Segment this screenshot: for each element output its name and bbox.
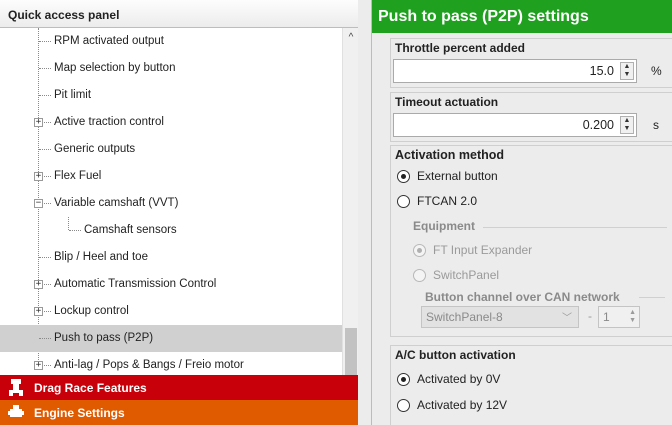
quick-access-title: Quick access panel — [0, 0, 358, 28]
radio-switchpanel[interactable]: SwitchPanel — [413, 266, 613, 284]
spin-up-down-icon[interactable]: ▲ ▼ — [629, 309, 636, 325]
engine-icon — [8, 403, 24, 422]
equipment-divider — [483, 227, 667, 228]
radio-label: Activated by 0V — [417, 372, 501, 386]
tree-item-generic-outputs[interactable]: Generic outputs — [0, 136, 342, 163]
scroll-up-arrow-icon[interactable]: ^ — [343, 32, 359, 44]
expand-icon[interactable]: + — [34, 280, 43, 289]
activation-method-label: Activation method — [395, 148, 505, 162]
p2p-settings-panel: Push to pass (P2P) settings Throttle per… — [371, 0, 672, 425]
tree-item-label: Flex Fuel — [54, 170, 102, 182]
tree-item-flex-fuel[interactable]: + Flex Fuel — [0, 163, 342, 190]
radio-label: External button — [417, 169, 498, 183]
expand-icon[interactable]: + — [34, 307, 43, 316]
category-drag-race-features[interactable]: Drag Race Features — [0, 375, 358, 400]
radio-label: Activated by 12V — [417, 398, 508, 412]
tree-item-anti-lag[interactable]: + Anti-lag / Pops & Bangs / Freio motor — [0, 352, 342, 375]
category-engine-settings[interactable]: Engine Settings — [0, 400, 358, 425]
throttle-percent-value: 15.0 — [589, 64, 614, 78]
tree-item-label: Camshaft sensors — [84, 224, 177, 236]
collapse-icon[interactable]: − — [34, 199, 43, 208]
radio-checked-icon[interactable] — [413, 244, 426, 257]
tree-item-camshaft-sensors[interactable]: Camshaft sensors — [0, 217, 342, 244]
button-channel-value: SwitchPanel-8 — [426, 310, 503, 324]
tree-scrollbar[interactable]: ^ — [342, 28, 358, 375]
radio-activated-by-0v[interactable]: Activated by 0V — [397, 370, 597, 388]
tree-item-blip-heel-and-toe[interactable]: Blip / Heel and toe — [0, 244, 342, 271]
radio-label: FTCAN 2.0 — [417, 194, 478, 208]
timeout-actuation-input[interactable]: 0.200 ▲ ▼ — [393, 113, 637, 137]
radio-unchecked-icon[interactable] — [413, 269, 426, 282]
timeout-actuation-value: 0.200 — [582, 118, 614, 132]
category-label: Engine Settings — [34, 406, 125, 420]
tree-item-label: Map selection by button — [54, 62, 176, 74]
tree-item-active-traction-control[interactable]: + Active traction control — [0, 109, 342, 136]
ac-button-activation-group: A/C button activation Activated by 0V Ac… — [390, 345, 672, 425]
tree-item-label: Active traction control — [54, 116, 164, 128]
tree-item-label: Variable camshaft (VVT) — [54, 197, 179, 209]
radio-unchecked-icon[interactable] — [397, 195, 410, 208]
spin-up-down-icon[interactable]: ▲ ▼ — [620, 116, 634, 134]
expand-icon[interactable]: + — [34, 361, 43, 370]
scroll-thumb[interactable] — [345, 328, 357, 375]
throttle-percent-label: Throttle percent added — [395, 41, 526, 55]
tree-item-automatic-transmission-control[interactable]: + Automatic Transmission Control — [0, 271, 342, 298]
throttle-percent-group: Throttle percent added 15.0 ▲ ▼ % — [390, 38, 672, 88]
tree-item-rpm-activated-output[interactable]: RPM activated output — [0, 28, 342, 55]
throttle-percent-unit: % — [651, 64, 662, 78]
activation-method-group: Activation method External button FTCAN … — [390, 145, 672, 337]
chevron-down-icon[interactable]: ﹀ — [562, 309, 572, 324]
tree-item-label: Pit limit — [54, 89, 92, 101]
ac-button-activation-label: A/C button activation — [395, 348, 516, 362]
radio-ftcan[interactable]: FTCAN 2.0 — [397, 192, 597, 210]
radio-external-button[interactable]: External button — [397, 167, 597, 185]
expand-icon[interactable]: + — [34, 172, 43, 181]
button-channel-select[interactable]: SwitchPanel-8 ﹀ — [421, 306, 579, 328]
tree-item-label: Automatic Transmission Control — [54, 278, 217, 290]
tree-item-label: RPM activated output — [54, 35, 164, 47]
radio-ft-input-expander[interactable]: FT Input Expander — [413, 241, 613, 259]
tree-item-push-to-pass[interactable]: Push to pass (P2P) — [0, 325, 342, 352]
tree-item-lockup-control[interactable]: + Lockup control — [0, 298, 342, 325]
tree-item-label: Anti-lag / Pops & Bangs / Freio motor — [54, 359, 244, 371]
tree-item-label: Blip / Heel and toe — [54, 251, 148, 263]
tree-item-label: Push to pass (P2P) — [54, 332, 154, 344]
dragster-icon — [8, 378, 24, 397]
p2p-settings-title: Push to pass (P2P) settings — [372, 0, 672, 33]
radio-checked-icon[interactable] — [397, 170, 410, 183]
expand-icon[interactable]: + — [34, 118, 43, 127]
tree-item-label: Generic outputs — [54, 143, 136, 155]
category-label: Drag Race Features — [34, 381, 147, 395]
spin-up-down-icon[interactable]: ▲ ▼ — [620, 62, 634, 80]
timeout-actuation-unit: s — [653, 118, 659, 132]
tree-item-label: Lockup control — [54, 305, 129, 317]
button-channel-index: 1 — [603, 310, 610, 324]
equipment-label: Equipment — [413, 219, 475, 233]
radio-activated-by-12v[interactable]: Activated by 12V — [397, 396, 597, 414]
quick-access-panel: Quick access panel RPM activated output … — [0, 0, 358, 425]
radio-label: SwitchPanel — [433, 268, 500, 282]
tree-item-map-selection-by-button[interactable]: Map selection by button — [0, 55, 342, 82]
splitter[interactable] — [358, 0, 371, 425]
tree-item-pit-limit[interactable]: Pit limit — [0, 82, 342, 109]
radio-unchecked-icon[interactable] — [397, 399, 410, 412]
radio-label: FT Input Expander — [433, 243, 533, 257]
button-channel-index-input[interactable]: 1 ▲ ▼ — [598, 306, 640, 328]
radio-checked-icon[interactable] — [397, 373, 410, 386]
button-channel-divider — [639, 297, 665, 298]
throttle-percent-input[interactable]: 15.0 ▲ ▼ — [393, 59, 637, 83]
quick-access-tree: RPM activated output Map selection by bu… — [0, 28, 342, 375]
button-channel-label: Button channel over CAN network — [425, 290, 620, 304]
timeout-actuation-label: Timeout actuation — [395, 95, 499, 109]
tree-item-variable-camshaft[interactable]: − Variable camshaft (VVT) — [0, 190, 342, 217]
channel-separator: - — [588, 309, 592, 323]
timeout-actuation-group: Timeout actuation 0.200 ▲ ▼ s — [390, 92, 672, 142]
